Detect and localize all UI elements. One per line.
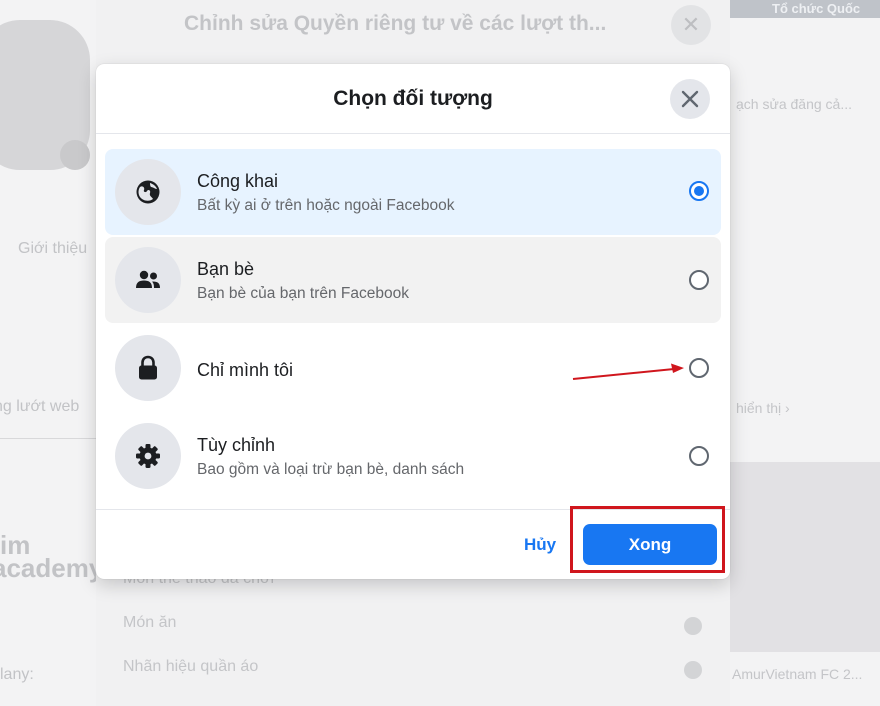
right-top-text: Tổ chức Quốc: [772, 1, 861, 16]
profile-tab-about: Giới thiệu: [18, 240, 88, 257]
right-image: [730, 462, 880, 652]
option-subtitle: Bao gồm và loại trừ bạn bè, danh sách: [197, 461, 465, 478]
annotation-arrow-icon: [572, 363, 684, 380]
profile-panel: Giới thiệu ng lướt web im academy lany:: [0, 0, 103, 706]
option-icon-circle: [115, 423, 181, 489]
option-text: Bạn bè Bạn bè của bạn trên Facebook: [197, 258, 409, 305]
option-title: Công khai: [197, 171, 279, 191]
globe-icon: [136, 180, 160, 204]
right-fragment: AmurVietnam FC 2...: [732, 666, 863, 682]
camera-icon: [60, 140, 90, 170]
option-text: Công khai Bất kỳ ai ở trên hoặc ngoài Fa…: [197, 170, 454, 217]
radio-custom[interactable]: [689, 446, 709, 466]
option-text: Chỉ mình tôi: [197, 359, 293, 381]
close-button[interactable]: [670, 79, 710, 119]
gear-icon: [136, 444, 160, 468]
audience-option-custom[interactable]: Tùy chỉnh Bao gồm và loại trừ bạn bè, da…: [105, 413, 721, 499]
option-icon-circle: [115, 247, 181, 313]
background-dialog-title: Chỉnh sửa Quyền riêng tư về các lượt th.…: [184, 12, 607, 35]
option-title: Tùy chỉnh: [197, 435, 276, 455]
globe-icon: [684, 617, 702, 635]
audience-selector-dialog: Chọn đối tượng Công khai Bất kỳ ai ở trê…: [96, 64, 730, 579]
option-subtitle: Bất kỳ ai ở trên hoặc ngoài Facebook: [197, 197, 455, 214]
profile-fragment: academy: [0, 553, 104, 583]
lock-icon: [139, 355, 157, 380]
right-fragment: hiển thị ›: [736, 400, 790, 416]
option-title: Chỉ mình tôi: [197, 360, 294, 380]
annotation-highlight-box: [570, 506, 725, 573]
option-text: Tùy chỉnh Bao gồm và loại trừ bạn bè, da…: [197, 434, 464, 481]
radio-only-me[interactable]: [689, 358, 709, 378]
dialog-title: Chọn đối tượng: [333, 87, 493, 110]
option-subtitle: Bạn bè của bạn trên Facebook: [197, 285, 409, 302]
close-icon: [681, 90, 699, 108]
globe-icon: [684, 661, 702, 679]
right-fragment: ạch sửa đăng cả...: [736, 96, 852, 112]
audience-option-friends[interactable]: Bạn bè Bạn bè của bạn trên Facebook: [105, 237, 721, 323]
background-list-item: Nhãn hiệu quần áo: [123, 658, 259, 675]
background-list-item: Món ăn: [123, 614, 177, 631]
radio-friends[interactable]: [689, 270, 709, 290]
cancel-button[interactable]: Hủy: [514, 534, 566, 556]
dialog-header: Chọn đối tượng: [96, 64, 730, 134]
profile-fragment: lany:: [0, 666, 34, 683]
divider: [0, 438, 96, 439]
friends-icon: [136, 270, 160, 288]
audience-option-public[interactable]: Công khai Bất kỳ ai ở trên hoặc ngoài Fa…: [105, 149, 721, 235]
option-title: Bạn bè: [197, 259, 255, 279]
option-icon-circle: [115, 335, 181, 401]
profile-fragment: ng lướt web: [0, 398, 80, 415]
option-icon-circle: [115, 159, 181, 225]
background-close-icon: ✕: [671, 5, 711, 45]
radio-public[interactable]: [689, 181, 709, 201]
